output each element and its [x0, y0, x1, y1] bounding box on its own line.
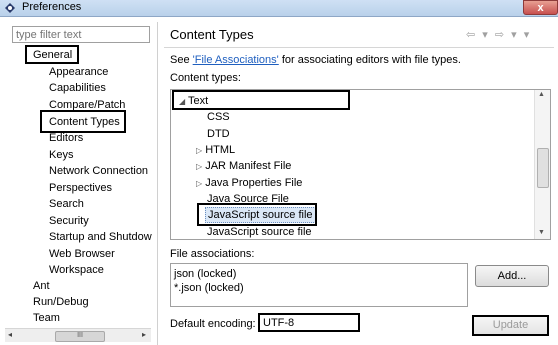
ct-item-html[interactable]: ▷ HTML	[196, 143, 235, 158]
desc-prefix: See	[170, 54, 193, 66]
scroll-up-arrow-icon[interactable]: ▲	[538, 91, 545, 98]
ct-item-html-label: HTML	[205, 144, 236, 156]
scrollbar-thumb[interactable]	[537, 148, 549, 188]
add-button[interactable]: Add...	[475, 265, 549, 287]
update-button[interactable]: Update	[472, 315, 549, 336]
tree-item-appearance[interactable]: Appearance	[49, 65, 108, 79]
tree-item-network-connections[interactable]: Network Connection	[49, 164, 148, 178]
general-highlight-box	[25, 45, 79, 64]
tree-item-startup-shutdown[interactable]: Startup and Shutdow	[49, 230, 152, 244]
scroll-right-arrow-icon[interactable]: ▸	[142, 330, 146, 339]
tree-item-editors[interactable]: Editors	[49, 131, 83, 145]
tree-item-capabilities[interactable]: Capabilities	[49, 81, 106, 95]
scroll-left-arrow-icon[interactable]: ◂	[8, 330, 12, 339]
ct-item-java-properties[interactable]: ▷ Java Properties File	[196, 176, 302, 191]
collapsed-triangle-icon[interactable]: ▷	[196, 162, 202, 171]
ct-item-dtd[interactable]: DTD	[207, 127, 230, 141]
default-encoding-label: Default encoding:	[170, 318, 256, 330]
close-window-button[interactable]: x	[523, 0, 558, 15]
eclipse-app-icon	[5, 3, 15, 13]
page-title: Content Types	[170, 27, 254, 42]
scrollbar-thumb[interactable]: III	[55, 331, 105, 342]
collapsed-triangle-icon[interactable]: ▷	[196, 179, 202, 188]
scroll-down-arrow-icon[interactable]: ▼	[538, 229, 545, 236]
content-types-label: Content types:	[170, 72, 241, 84]
pane-divider[interactable]	[157, 22, 158, 345]
filter-input[interactable]	[12, 26, 150, 43]
title-bar: Preferences x	[0, 0, 558, 17]
collapsed-triangle-icon[interactable]: ▷	[196, 146, 202, 155]
tree-item-workspace[interactable]: Workspace	[49, 263, 104, 277]
ct-item-jar-manifest[interactable]: ▷ JAR Manifest File	[196, 159, 291, 174]
tree-item-ant[interactable]: Ant	[33, 279, 50, 293]
tree-item-security[interactable]: Security	[49, 214, 89, 228]
content-types-highlight-box	[40, 110, 126, 133]
file-associations-link[interactable]: 'File Associations'	[193, 54, 279, 66]
tree-item-perspectives[interactable]: Perspectives	[49, 181, 112, 195]
tree-item-search[interactable]: Search	[49, 197, 84, 211]
tree-item-web-browser[interactable]: Web Browser	[49, 247, 115, 261]
tree-horizontal-scrollbar[interactable]: ◂ III ▸	[5, 328, 151, 342]
desc-suffix: for associating editors with file types.	[278, 54, 461, 66]
ct-item-javascript[interactable]: JavaScript source file	[207, 225, 312, 239]
ct-item-css[interactable]: CSS	[207, 110, 230, 124]
description: See 'File Associations' for associating …	[170, 54, 461, 66]
default-encoding-input[interactable]	[258, 313, 360, 332]
tree-item-team[interactable]: Team	[33, 311, 60, 325]
file-associations-label: File associations:	[170, 248, 255, 260]
tree-item-keys[interactable]: Keys	[49, 148, 73, 162]
ct-item-jar-label: JAR Manifest File	[205, 160, 292, 172]
content-types-scrollbar[interactable]: ▲ ▼	[534, 90, 550, 239]
window-title: Preferences	[22, 1, 82, 13]
header-separator	[164, 47, 554, 48]
ct-item-props-label: Java Properties File	[205, 177, 303, 189]
file-associations-list[interactable]: json (locked) *.json (locked)	[170, 263, 468, 307]
javascript-highlight-box	[197, 203, 317, 226]
list-item[interactable]: json (locked)	[174, 268, 236, 280]
history-nav-buttons[interactable]: ⇦ ▾ ⇨ ▾ ▾	[466, 28, 531, 41]
text-highlight-box	[172, 90, 350, 110]
list-item[interactable]: *.json (locked)	[174, 282, 244, 294]
tree-item-run-debug[interactable]: Run/Debug	[33, 295, 89, 309]
